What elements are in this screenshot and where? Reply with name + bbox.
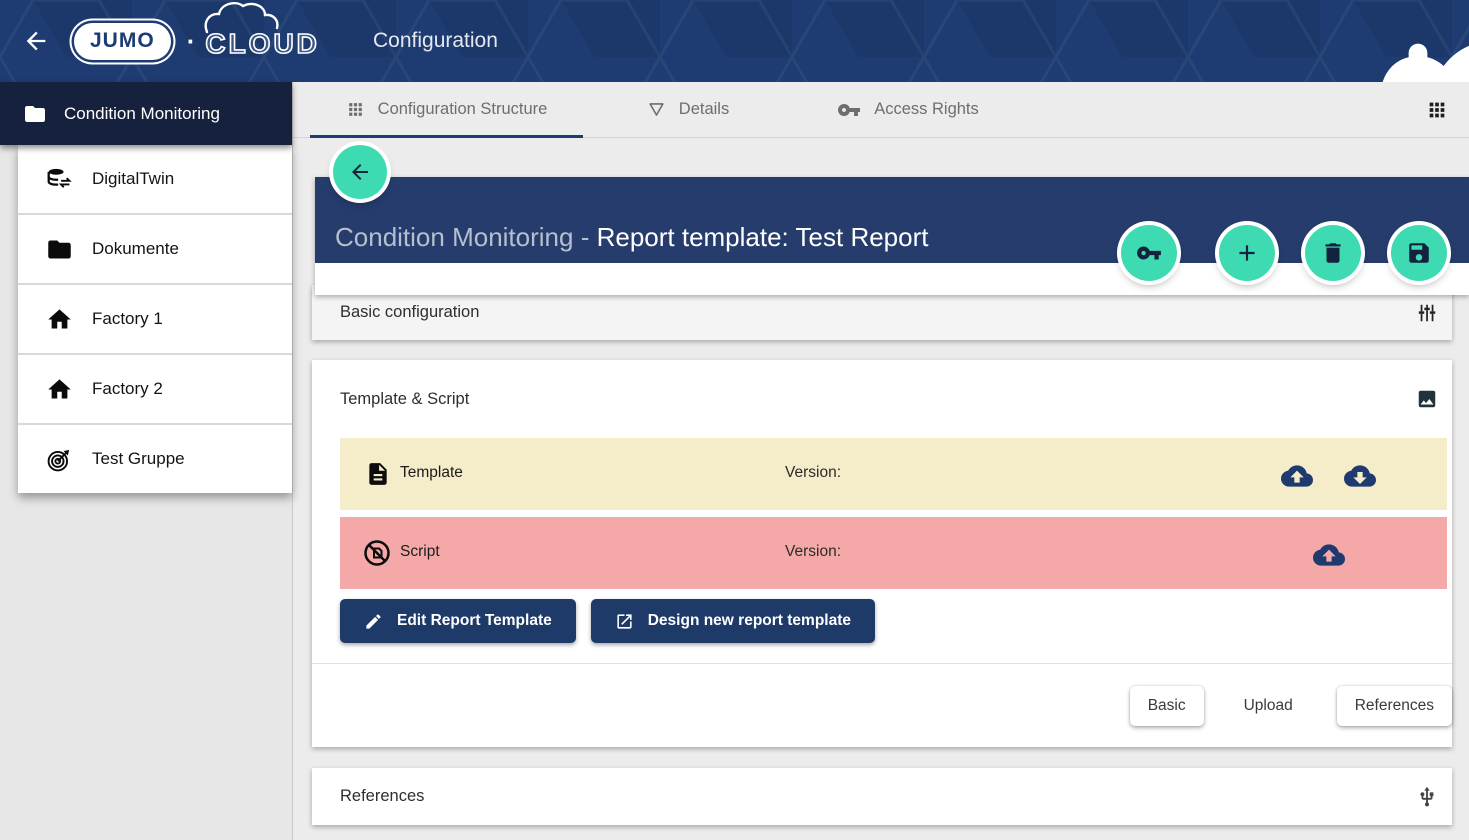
sidebar-item-digitaltwin[interactable]: DigitalTwin bbox=[18, 145, 292, 215]
key-icon bbox=[1136, 240, 1162, 266]
section-title: References bbox=[340, 787, 1416, 806]
save-button[interactable] bbox=[1391, 225, 1447, 281]
entity-header-card: Condition Monitoring - Report template: … bbox=[315, 177, 1469, 295]
sidebar-item-label: Dokumente bbox=[92, 239, 179, 259]
image-icon[interactable] bbox=[1416, 388, 1438, 410]
notifications-icon[interactable] bbox=[1268, 28, 1295, 55]
back-arrow-icon bbox=[348, 160, 372, 184]
funnel-icon bbox=[647, 100, 666, 119]
brand-separator: · bbox=[187, 26, 196, 57]
template-actions: Edit Report Template Design new report t… bbox=[340, 599, 1452, 643]
edit-report-template-button[interactable]: Edit Report Template bbox=[340, 599, 576, 643]
template-row-label: Template bbox=[400, 464, 463, 482]
tab-access-rights[interactable]: Access Rights bbox=[793, 82, 1023, 137]
template-script-header: Template & Script bbox=[312, 360, 1452, 438]
add-button[interactable] bbox=[1219, 225, 1275, 281]
grid-icon bbox=[346, 100, 365, 119]
sidebar-item-test-gruppe[interactable]: Test Gruppe bbox=[18, 425, 292, 493]
sidebar-root-label: Condition Monitoring bbox=[64, 104, 220, 124]
sidebar-item-label: Test Gruppe bbox=[92, 449, 185, 469]
button-label: Design new report template bbox=[648, 612, 851, 630]
top-app-bar: JUMO · CLOUD Configuration bbox=[0, 0, 1469, 82]
access-key-button[interactable] bbox=[1121, 225, 1177, 281]
folder-icon bbox=[23, 102, 47, 126]
back-button[interactable] bbox=[333, 145, 387, 199]
entity-header-strip bbox=[315, 263, 1469, 295]
cloud-upload-icon[interactable] bbox=[1281, 460, 1313, 492]
trash-icon bbox=[1320, 240, 1346, 266]
sidebar-item-label: DigitalTwin bbox=[92, 169, 174, 189]
navigation-sidebar: Condition Monitoring DigitalTwin Dokumen… bbox=[0, 82, 293, 840]
template-version-label: Version: bbox=[785, 464, 841, 482]
entity-breadcrumb: Condition Monitoring - bbox=[335, 222, 597, 252]
tab-label: Configuration Structure bbox=[378, 100, 548, 119]
sidebar-item-dokumente[interactable]: Dokumente bbox=[18, 215, 292, 285]
tab-label: Access Rights bbox=[874, 100, 979, 119]
document-icon bbox=[365, 461, 391, 487]
jumo-brand: JUMO bbox=[74, 23, 171, 60]
tune-icon[interactable] bbox=[1416, 302, 1438, 324]
tab-configuration-structure[interactable]: Configuration Structure bbox=[310, 82, 583, 137]
jumo-cloud-app: JUMO · CLOUD Configuration Condition Mon… bbox=[0, 0, 1469, 840]
digital-twin-icon bbox=[46, 166, 73, 193]
references-button[interactable]: References bbox=[1337, 686, 1452, 726]
sidebar-item-condition-monitoring[interactable]: Condition Monitoring bbox=[0, 82, 292, 145]
sidebar-item-label: Factory 2 bbox=[92, 379, 163, 399]
tab-details[interactable]: Details bbox=[583, 82, 793, 137]
key-icon bbox=[837, 98, 861, 122]
script-version-label: Version: bbox=[785, 543, 841, 561]
card-footer-actions: Basic Upload References bbox=[312, 664, 1452, 748]
home-icon bbox=[46, 306, 73, 333]
script-row: Script Version: bbox=[340, 517, 1447, 589]
page-title: Configuration bbox=[373, 0, 498, 82]
cloud-upload-icon[interactable] bbox=[1313, 539, 1345, 571]
section-references[interactable]: References bbox=[312, 768, 1452, 825]
script-off-icon bbox=[362, 538, 392, 568]
delete-button[interactable] bbox=[1305, 225, 1361, 281]
jumo-cloud-logo: JUMO · CLOUD bbox=[74, 21, 320, 61]
apps-icon[interactable] bbox=[1426, 99, 1448, 121]
usb-icon[interactable] bbox=[1416, 786, 1438, 808]
entity-header: Condition Monitoring - Report template: … bbox=[315, 177, 1469, 263]
info-icon[interactable] bbox=[1344, 28, 1371, 55]
plus-icon bbox=[1234, 240, 1260, 266]
folder-icon bbox=[46, 236, 73, 263]
save-icon bbox=[1406, 240, 1432, 266]
sidebar-item-factory-1[interactable]: Factory 1 bbox=[18, 285, 292, 355]
basic-button[interactable]: Basic bbox=[1130, 686, 1204, 726]
sidebar-item-label: Factory 1 bbox=[92, 309, 163, 329]
open-in-new-icon bbox=[615, 612, 634, 631]
tab-label: Details bbox=[679, 100, 729, 119]
sidebar-children-list: DigitalTwin Dokumente Factory 1 Factory … bbox=[18, 145, 292, 493]
cloud-outline-icon bbox=[201, 0, 311, 34]
entity-name: Report template: Test Report bbox=[597, 222, 929, 252]
main-content: Configuration Structure Details Access R… bbox=[293, 82, 1469, 840]
account-icon[interactable] bbox=[1420, 28, 1449, 57]
script-row-label: Script bbox=[400, 543, 440, 561]
upload-button[interactable]: Upload bbox=[1226, 686, 1311, 726]
cloud-download-icon[interactable] bbox=[1344, 460, 1376, 492]
target-icon bbox=[46, 446, 73, 473]
cloud-wordmark: CLOUD bbox=[205, 22, 320, 60]
tab-bar: Configuration Structure Details Access R… bbox=[293, 82, 1469, 138]
sidebar-item-factory-2[interactable]: Factory 2 bbox=[18, 355, 292, 425]
template-row: Template Version: bbox=[340, 438, 1447, 510]
edit-icon bbox=[364, 612, 383, 631]
section-title: Template & Script bbox=[340, 390, 1416, 409]
home-icon bbox=[46, 376, 73, 403]
design-new-report-template-button[interactable]: Design new report template bbox=[591, 599, 875, 643]
back-arrow-icon[interactable] bbox=[22, 27, 50, 55]
section-template-script: Template & Script Template Version: Scri… bbox=[312, 360, 1452, 747]
entity-title: Condition Monitoring - Report template: … bbox=[335, 222, 928, 253]
section-title: Basic configuration bbox=[340, 303, 1416, 322]
button-label: Edit Report Template bbox=[397, 612, 552, 630]
